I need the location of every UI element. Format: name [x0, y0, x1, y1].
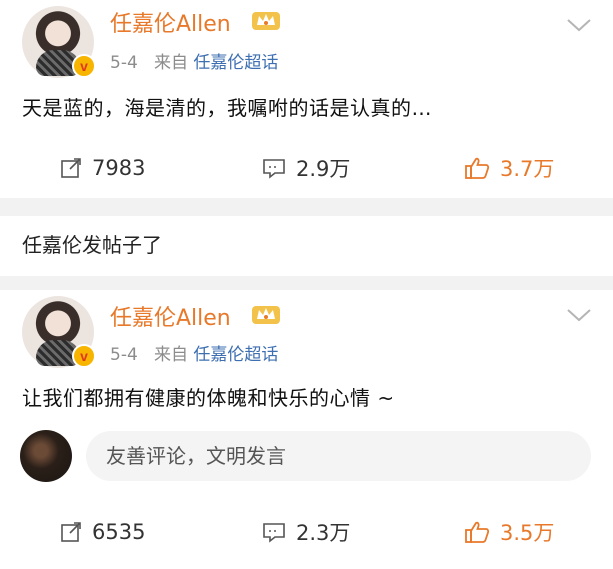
chevron-down-icon[interactable] [565, 16, 593, 34]
crown-badge-icon [252, 306, 280, 324]
repost-count: 6535 [92, 520, 146, 544]
post-meta: 5-4 来自 任嘉伦超话 [110, 48, 278, 73]
like-count: 3.7万 [500, 157, 555, 181]
weibo-post-2: v 任嘉伦Allen 5-4 来自 任嘉伦超话 让我们都拥有健康的体魄和快乐的心… [0, 290, 613, 569]
repost-icon [61, 522, 81, 542]
weibo-post-1: v 任嘉伦Allen 5-4 来自 任嘉伦超话 天是蓝的，海是清的，我嘱咐的话是… [0, 0, 613, 198]
section-note: 任嘉伦发帖子了 [22, 233, 162, 257]
post-date: 5-4 [110, 345, 138, 365]
crown-badge-icon [252, 12, 280, 30]
author-avatar[interactable]: v [22, 6, 96, 78]
comment-count: 2.3万 [296, 521, 351, 545]
author-name[interactable]: 任嘉伦Allen [110, 6, 231, 38]
verified-badge-icon: v [72, 54, 96, 78]
comment-input[interactable]: 友善评论，文明发言 [86, 431, 591, 481]
user-avatar [20, 430, 72, 482]
repost-button[interactable]: 7983 [60, 148, 145, 188]
comment-button[interactable]: 2.3万 [262, 512, 350, 552]
author-avatar[interactable]: v [22, 296, 96, 368]
post-meta: 5-4 来自 任嘉伦超话 [110, 340, 278, 365]
repost-icon [61, 158, 81, 178]
action-bar: 6535 2.3万 3.5万 [0, 512, 613, 552]
source-link[interactable]: 任嘉伦超话 [193, 53, 278, 73]
source-link[interactable]: 任嘉伦超话 [193, 345, 278, 365]
comment-button[interactable]: 2.9万 [262, 148, 350, 188]
repost-button[interactable]: 6535 [60, 512, 145, 552]
like-icon [465, 157, 490, 179]
post-text: 让我们都拥有健康的体魄和快乐的心情 ~ [22, 386, 395, 410]
section-divider-2 [0, 276, 613, 290]
like-button[interactable]: 3.5万 [464, 512, 554, 552]
source-prefix: 来自 [154, 53, 188, 73]
like-button[interactable]: 3.7万 [464, 148, 554, 188]
source-prefix: 来自 [154, 345, 188, 365]
action-bar: 7983 2.9万 3.7万 [0, 148, 613, 188]
section-divider [0, 198, 613, 216]
comment-count: 2.9万 [296, 157, 351, 181]
comment-icon [263, 159, 285, 179]
author-name[interactable]: 任嘉伦Allen [110, 300, 231, 332]
post-text: 天是蓝的，海是清的，我嘱咐的话是认真的… [22, 96, 432, 120]
verified-badge-icon: v [72, 344, 96, 368]
like-icon [465, 521, 490, 543]
comment-icon [263, 523, 285, 543]
like-count: 3.5万 [500, 521, 555, 545]
repost-count: 7983 [92, 156, 146, 180]
post-date: 5-4 [110, 53, 138, 73]
chevron-down-icon[interactable] [565, 306, 593, 324]
